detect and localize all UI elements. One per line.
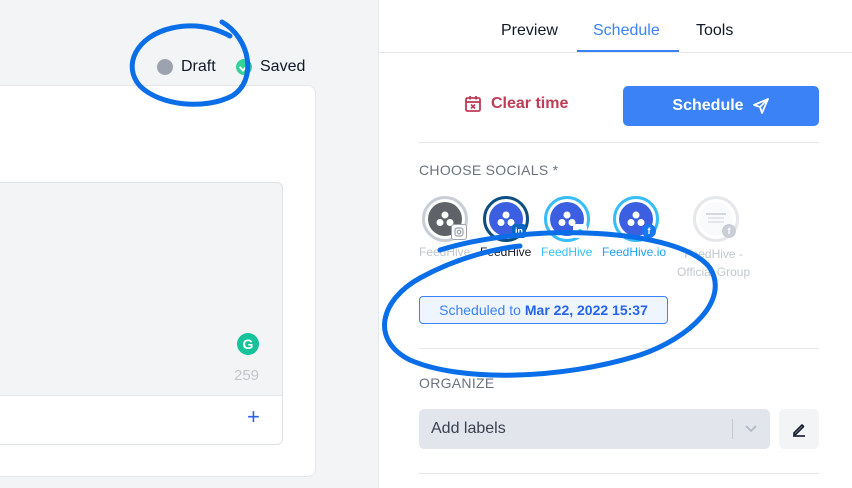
character-count: 259 [234,367,260,384]
status-draft-label: Draft [181,58,216,75]
social-account-name-line1: FeedHive - [684,247,743,261]
grammarly-icon[interactable]: G [237,333,259,355]
select-separator [732,419,733,439]
section-divider [419,142,819,143]
instagram-icon [451,224,467,240]
status-saved: Saved [236,56,305,78]
post-text-editor[interactable] [0,182,283,396]
scheduled-time-badge: Scheduled to Mar 22, 2022 15:37 [419,296,668,324]
organize-label: ORGANIZE [419,375,495,391]
social-account-name: FeedHive [419,245,471,259]
tab-tools[interactable]: Tools [696,22,733,40]
social-account-feedhive-twitter[interactable]: ● [544,196,590,242]
send-icon [752,98,769,114]
scheduled-prefix: Scheduled to [439,302,521,318]
social-account-name: FeedHive.io [602,245,667,259]
schedule-button-label: Schedule [672,97,744,114]
facebook-icon: f [642,224,656,238]
social-account-feedhive-official-group[interactable]: f [693,196,739,242]
tab-bar: Preview Schedule Tools [379,0,852,53]
schedule-button[interactable]: Schedule [623,86,819,126]
schedule-panel: Preview Schedule Tools Clear time Schedu… [379,0,852,488]
active-tab-indicator [577,50,679,52]
edit-labels-button[interactable] [779,409,819,449]
status-draft: Draft [157,56,216,78]
twitter-icon: ● [573,224,587,238]
social-account-feedhive-instagram[interactable] [422,196,468,242]
social-account-name-line2: Official Group [677,265,751,279]
labels-placeholder: Add labels [431,420,506,437]
saved-check-icon [236,59,252,75]
add-icon[interactable]: + [247,406,260,428]
calendar-x-icon [465,96,481,112]
tab-schedule[interactable]: Schedule [593,22,660,40]
social-account-feedhive-io-facebook[interactable]: f [613,196,659,242]
tab-preview[interactable]: Preview [501,22,558,40]
draft-dot-icon [157,59,173,75]
section-divider [419,473,819,474]
social-account-name: FeedHive [480,245,532,259]
editor-panel: Draft Saved G 259 + [0,0,378,488]
chevron-down-icon [745,425,757,433]
scheduled-datetime: Mar 22, 2022 15:37 [524,302,648,318]
choose-socials-label: CHOOSE SOCIALS * [419,162,559,178]
social-account-name: FeedHive [541,245,593,259]
clear-time-button[interactable]: Clear time [464,95,568,113]
pencil-icon [793,424,805,437]
clear-time-label: Clear time [491,95,569,112]
section-divider [419,348,819,349]
editor-toolbar [0,395,283,445]
facebook-icon: f [722,224,736,238]
social-account-name: FeedHive - Official Group [677,245,750,281]
add-labels-select[interactable]: Add labels [419,409,770,449]
status-saved-label: Saved [260,58,306,75]
linkedin-icon: in [512,224,526,238]
social-account-feedhive-linkedin[interactable]: in [483,196,529,242]
